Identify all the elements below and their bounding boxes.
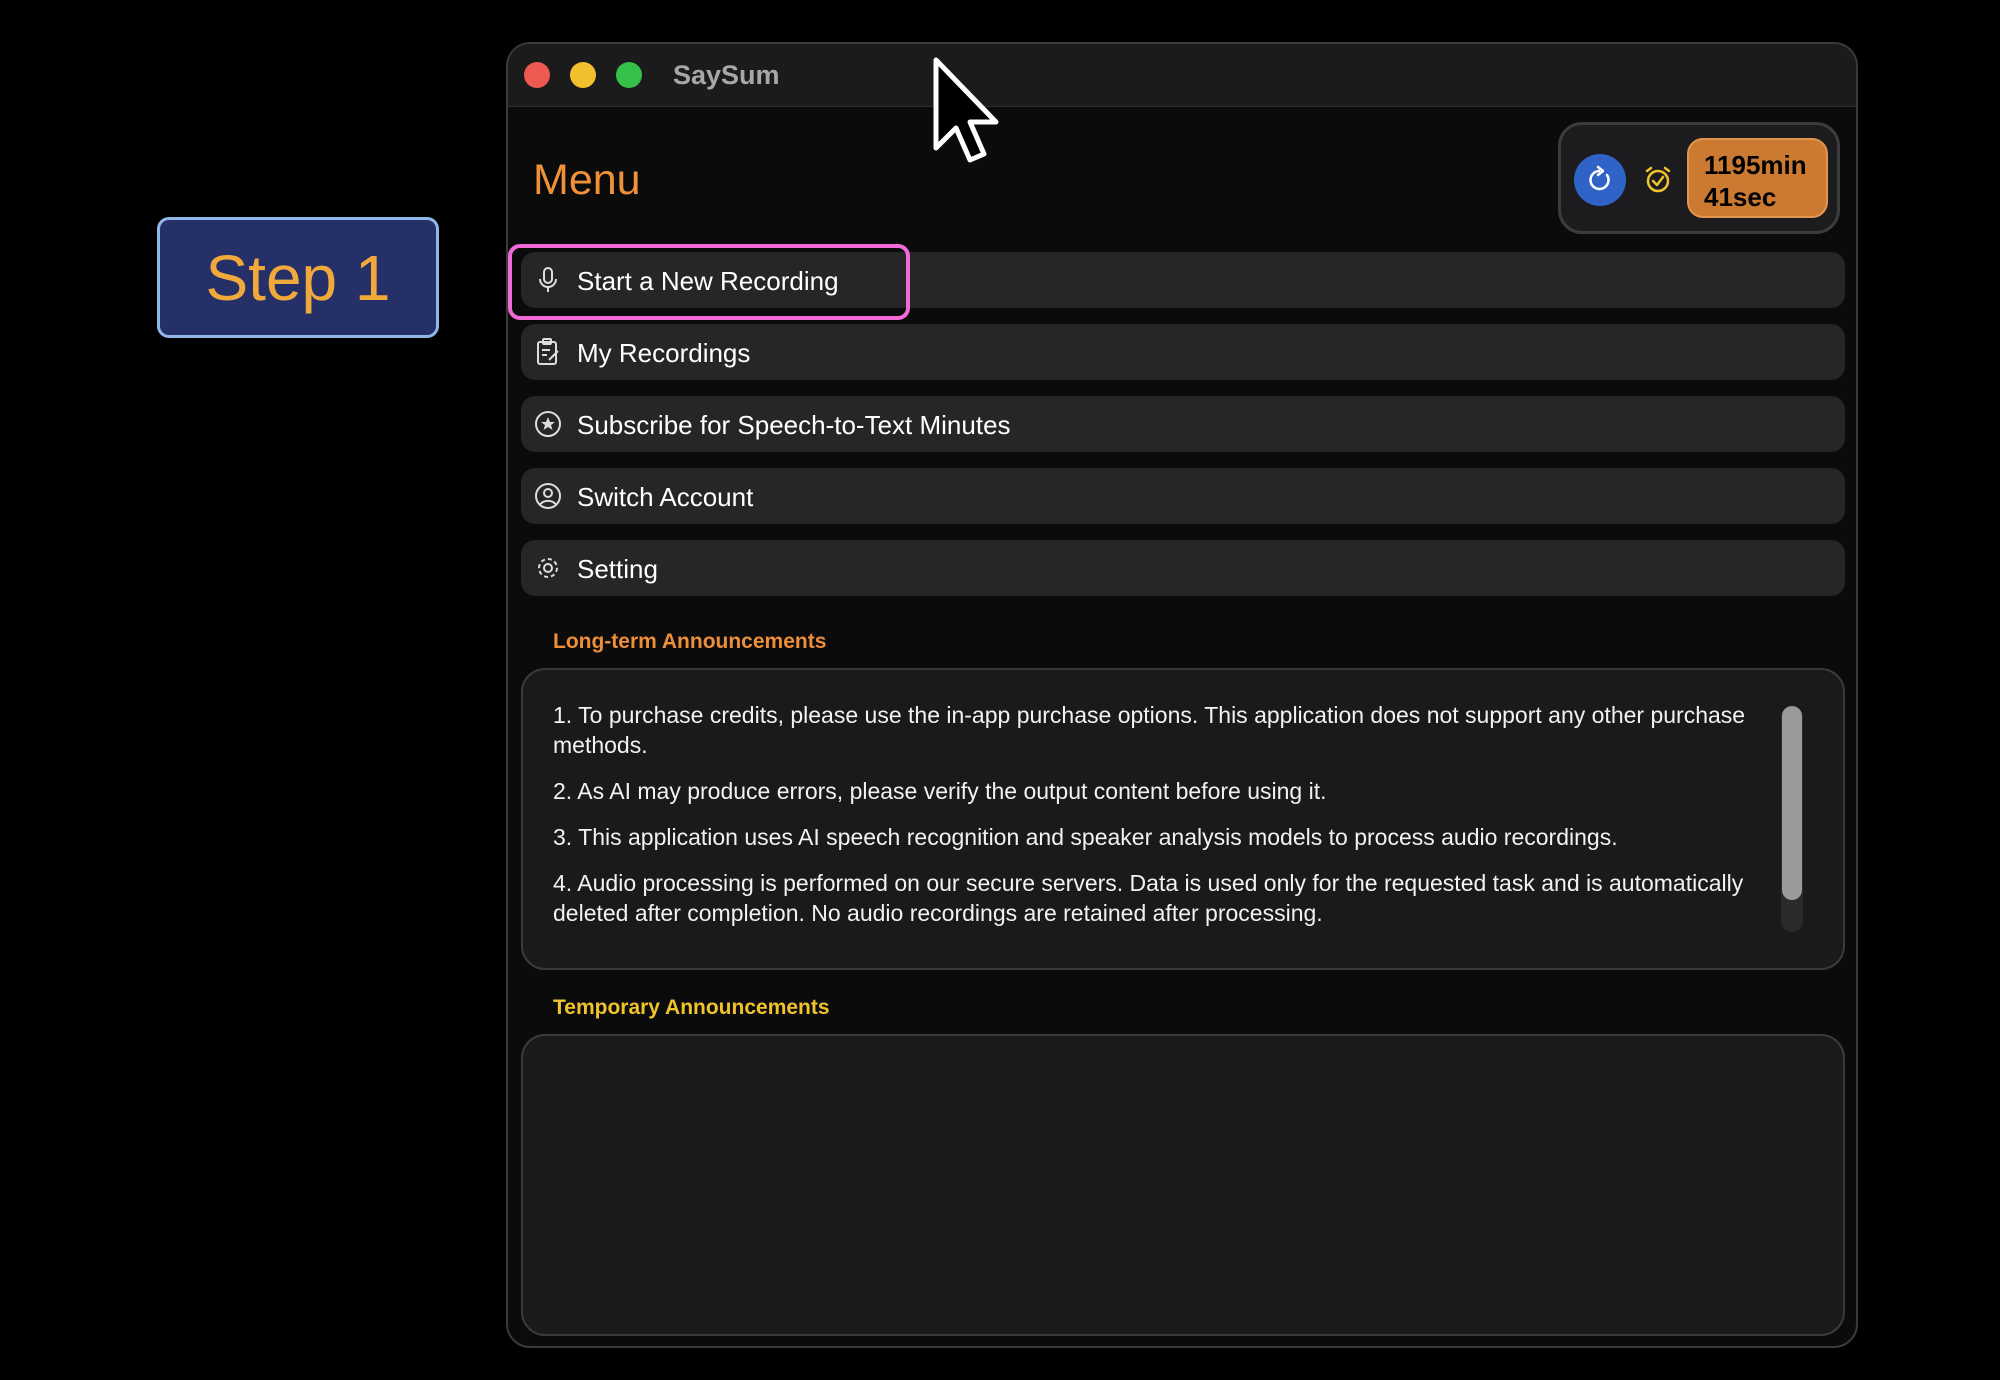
menu-item-label: Subscribe for Speech-to-Text Minutes [577,410,1011,440]
app-window: SaySum Menu 1195min 41sec Start a New Re… [506,42,1858,1348]
menu-item-subscribe[interactable]: Subscribe for Speech-to-Text Minutes [521,396,1845,452]
step-label: Step 1 [205,241,391,314]
long-term-announcements-label: Long-term Announcements [553,630,827,653]
menu-item-label: Start a New Recording [577,266,839,296]
menu-item-my-recordings[interactable]: My Recordings [521,324,1845,380]
remaining-seconds: 41sec [1704,182,1777,212]
refresh-button[interactable] [1574,154,1626,206]
temporary-announcements-label: Temporary Announcements [553,996,830,1019]
person-circle-icon [535,483,561,509]
title-bar: SaySum [508,44,1856,107]
announcement-item: 3. This application uses AI speech recog… [553,824,1618,850]
mouse-pointer-icon [933,57,999,163]
scrollbar-thumb[interactable] [1782,706,1802,900]
long-term-announcements-box[interactable]: 1. To purchase credits, please use the i… [521,668,1845,970]
menu-item-setting[interactable]: Setting [521,540,1845,596]
announcement-item: 2. As AI may produce errors, please veri… [553,778,1327,804]
star-circle-icon [535,411,561,437]
menu-item-label: My Recordings [577,338,751,368]
refresh-icon [1589,165,1610,191]
close-window-button[interactable] [524,62,550,88]
announcement-item: 4. Audio processing is performed on our … [553,870,1744,926]
menu-item-label: Switch Account [577,482,754,512]
step-badge: Step 1 [157,217,439,338]
usage-status-pill: 1195min 41sec [1558,122,1840,234]
temporary-announcements-box [521,1034,1845,1336]
menu-item-label: Setting [577,554,658,584]
menu-title: Menu [533,156,641,204]
maximize-window-button[interactable] [616,62,642,88]
menu-item-start-new-recording[interactable]: Start a New Recording [521,252,1845,308]
gear-icon [538,558,558,578]
alarm-clock-icon [1645,166,1671,193]
menu-item-switch-account[interactable]: Switch Account [521,468,1845,524]
announcement-list: 1. To purchase credits, please use the i… [553,700,1775,944]
app-title: SaySum [673,60,780,90]
remaining-time-badge: 1195min 41sec [1687,138,1828,218]
microphone-icon [539,267,557,292]
clipboard-edit-icon [537,338,559,365]
remaining-minutes: 1195min [1704,150,1807,180]
announcement-item: 1. To purchase credits, please use the i… [553,702,1746,758]
announcements-scrollbar[interactable] [1781,706,1803,932]
minimize-window-button[interactable] [570,62,596,88]
